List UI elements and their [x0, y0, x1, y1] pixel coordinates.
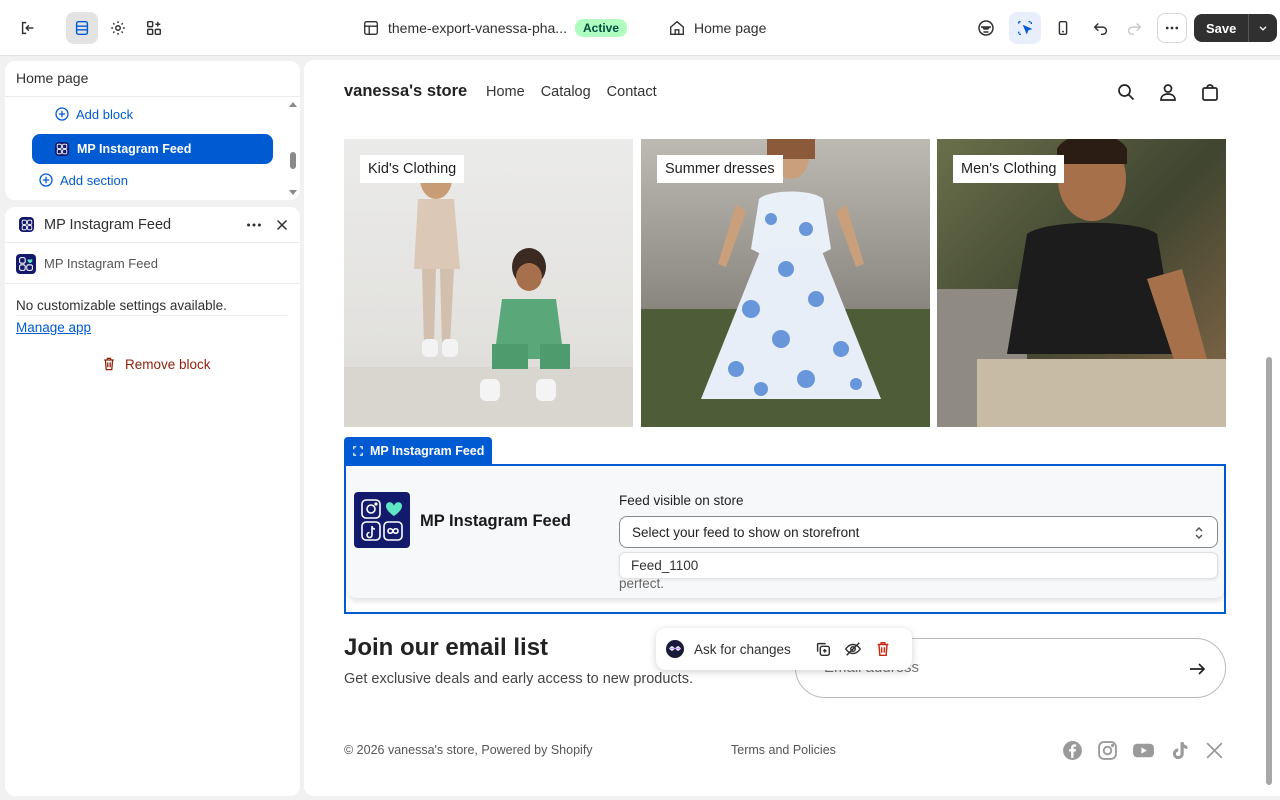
- home-icon: [670, 20, 684, 35]
- inspector-title: MP Instagram Feed: [44, 217, 172, 233]
- focus-frame-icon: [353, 445, 363, 456]
- divider: [5, 96, 300, 97]
- sidekick-assistant-icon[interactable]: [665, 639, 685, 659]
- app-name-label: MP Instagram Feed: [44, 256, 158, 271]
- save-button[interactable]: Save: [1194, 14, 1250, 42]
- sidebar-scrollbar[interactable]: [288, 99, 298, 199]
- select-chevrons-icon: [1195, 526, 1203, 540]
- account-icon[interactable]: [1158, 82, 1178, 102]
- feed-app-title: MP Instagram Feed: [420, 512, 571, 530]
- select-cursor-icon[interactable]: [1009, 12, 1041, 44]
- mobile-view-icon[interactable]: [1047, 12, 1079, 44]
- collection-label: Kid's Clothing: [360, 155, 465, 183]
- tiktok-icon[interactable]: [1169, 740, 1190, 761]
- trash-icon: [104, 357, 114, 371]
- theme-name-label: theme-export-vanessa-pha...: [388, 20, 567, 36]
- ask-for-changes-toolbar: Ask for changes: [656, 628, 912, 670]
- instagram-feed-app-icon: [354, 492, 410, 548]
- exit-icon[interactable]: [12, 12, 44, 44]
- preview-scrollbar[interactable]: [1266, 357, 1272, 785]
- feed-select-dropdown[interactable]: Select your feed to show on storefront: [619, 516, 1218, 548]
- sidebar-title: Home page: [16, 70, 89, 86]
- x-twitter-icon[interactable]: [1204, 740, 1225, 761]
- inspector-header: MP Instagram Feed: [5, 207, 300, 243]
- collection-label: Summer dresses: [657, 155, 783, 183]
- more-options-icon[interactable]: [245, 216, 263, 234]
- arrow-right-icon[interactable]: [1187, 659, 1207, 679]
- add-block-button[interactable]: Add block: [54, 106, 133, 122]
- page-selector[interactable]: Home page: [668, 16, 766, 40]
- feed-option[interactable]: Feed_1100: [619, 552, 1218, 579]
- manage-app-link[interactable]: Manage app: [16, 320, 91, 335]
- nav-catalog[interactable]: Catalog: [541, 84, 591, 100]
- chevron-down-icon[interactable]: [1249, 14, 1277, 42]
- delete-trash-icon[interactable]: [874, 640, 892, 658]
- hide-eye-icon[interactable]: [844, 640, 862, 658]
- block-inspector-panel: MP Instagram Feed MP Instagram Feed No c…: [5, 207, 300, 796]
- store-logo-text[interactable]: vanessa's store: [344, 82, 467, 101]
- youtube-icon[interactable]: [1132, 740, 1155, 761]
- sections-icon[interactable]: [66, 12, 98, 44]
- section-tree-panel: Home page Add block MP Instagram Feed Ad…: [5, 61, 300, 200]
- save-group: Save: [1194, 14, 1278, 42]
- plus-circle-icon: [39, 173, 53, 187]
- app-block-icon: [19, 217, 34, 232]
- ask-for-changes-button[interactable]: Ask for changes: [694, 642, 791, 657]
- block-actions: [814, 640, 892, 658]
- no-settings-message: No customizable settings available.: [16, 298, 227, 313]
- nav-home[interactable]: Home: [486, 84, 525, 100]
- settings-gear-icon[interactable]: [102, 12, 134, 44]
- tree-item-mp-instagram-feed[interactable]: MP Instagram Feed: [32, 134, 273, 164]
- plus-circle-icon: [55, 107, 69, 121]
- selected-block-tab[interactable]: MP Instagram Feed: [344, 437, 493, 464]
- remove-block-button[interactable]: Remove block: [101, 356, 211, 372]
- editor-topbar: theme-export-vanessa-pha... Active Home …: [0, 0, 1280, 56]
- search-icon[interactable]: [1116, 82, 1136, 102]
- newsletter-title: Join our email list: [344, 634, 549, 661]
- duplicate-icon[interactable]: [814, 640, 832, 658]
- footer-terms-link[interactable]: Terms and Policies: [731, 743, 836, 757]
- collection-tile-dresses[interactable]: Summer dresses: [641, 139, 930, 427]
- facebook-icon[interactable]: [1062, 740, 1083, 761]
- social-icons: [1062, 740, 1225, 761]
- storefront-preview: vanessa's store Home Catalog Contact Kid…: [304, 60, 1280, 796]
- apps-icon[interactable]: [138, 12, 170, 44]
- preview-inspector-icon[interactable]: [970, 12, 1002, 44]
- layout-icon: [364, 21, 378, 35]
- more-actions-icon[interactable]: [1157, 13, 1187, 43]
- collection-tile-kids[interactable]: Kid's Clothing: [344, 139, 633, 427]
- nav-contact[interactable]: Contact: [607, 84, 657, 100]
- divider: [16, 315, 287, 316]
- redo-icon[interactable]: [1118, 12, 1150, 44]
- tree-item-label: MP Instagram Feed: [77, 142, 192, 156]
- selected-block-outline: MP Instagram Feed Feed visible on store …: [344, 464, 1226, 614]
- instagram-icon[interactable]: [1097, 740, 1118, 761]
- remove-block-label: Remove block: [125, 356, 211, 372]
- selected-block-label: MP Instagram Feed: [370, 443, 485, 458]
- collection-tile-mens[interactable]: Men's Clothing: [937, 139, 1226, 427]
- close-icon[interactable]: [273, 216, 291, 234]
- newsletter-subtitle: Get exclusive deals and early access to …: [344, 671, 693, 687]
- theme-selector[interactable]: theme-export-vanessa-pha... Active: [362, 16, 628, 40]
- app-source-row: MP Instagram Feed: [5, 244, 300, 284]
- instagram-feed-app-panel: MP Instagram Feed Feed visible on store …: [348, 468, 1224, 598]
- cart-bag-icon[interactable]: [1200, 82, 1220, 102]
- instagram-feed-app-icon: [16, 253, 36, 274]
- store-nav: Home Catalog Contact: [486, 84, 657, 100]
- add-section-label: Add section: [60, 172, 128, 188]
- app-block-icon: [55, 142, 69, 156]
- add-block-label: Add block: [76, 106, 134, 122]
- page-name-label: Home page: [694, 20, 767, 36]
- feed-select-value: Select your feed to show on storefront: [632, 524, 860, 540]
- status-badge: Active: [574, 19, 628, 37]
- collection-label: Men's Clothing: [953, 155, 1065, 183]
- store-header-icons: [1116, 82, 1220, 102]
- add-section-button[interactable]: Add section: [38, 172, 128, 188]
- footer-copyright: © 2026 vanessa's store, Powered by Shopi…: [344, 743, 593, 757]
- feed-field-label: Feed visible on store: [619, 493, 744, 508]
- undo-icon[interactable]: [1085, 12, 1117, 44]
